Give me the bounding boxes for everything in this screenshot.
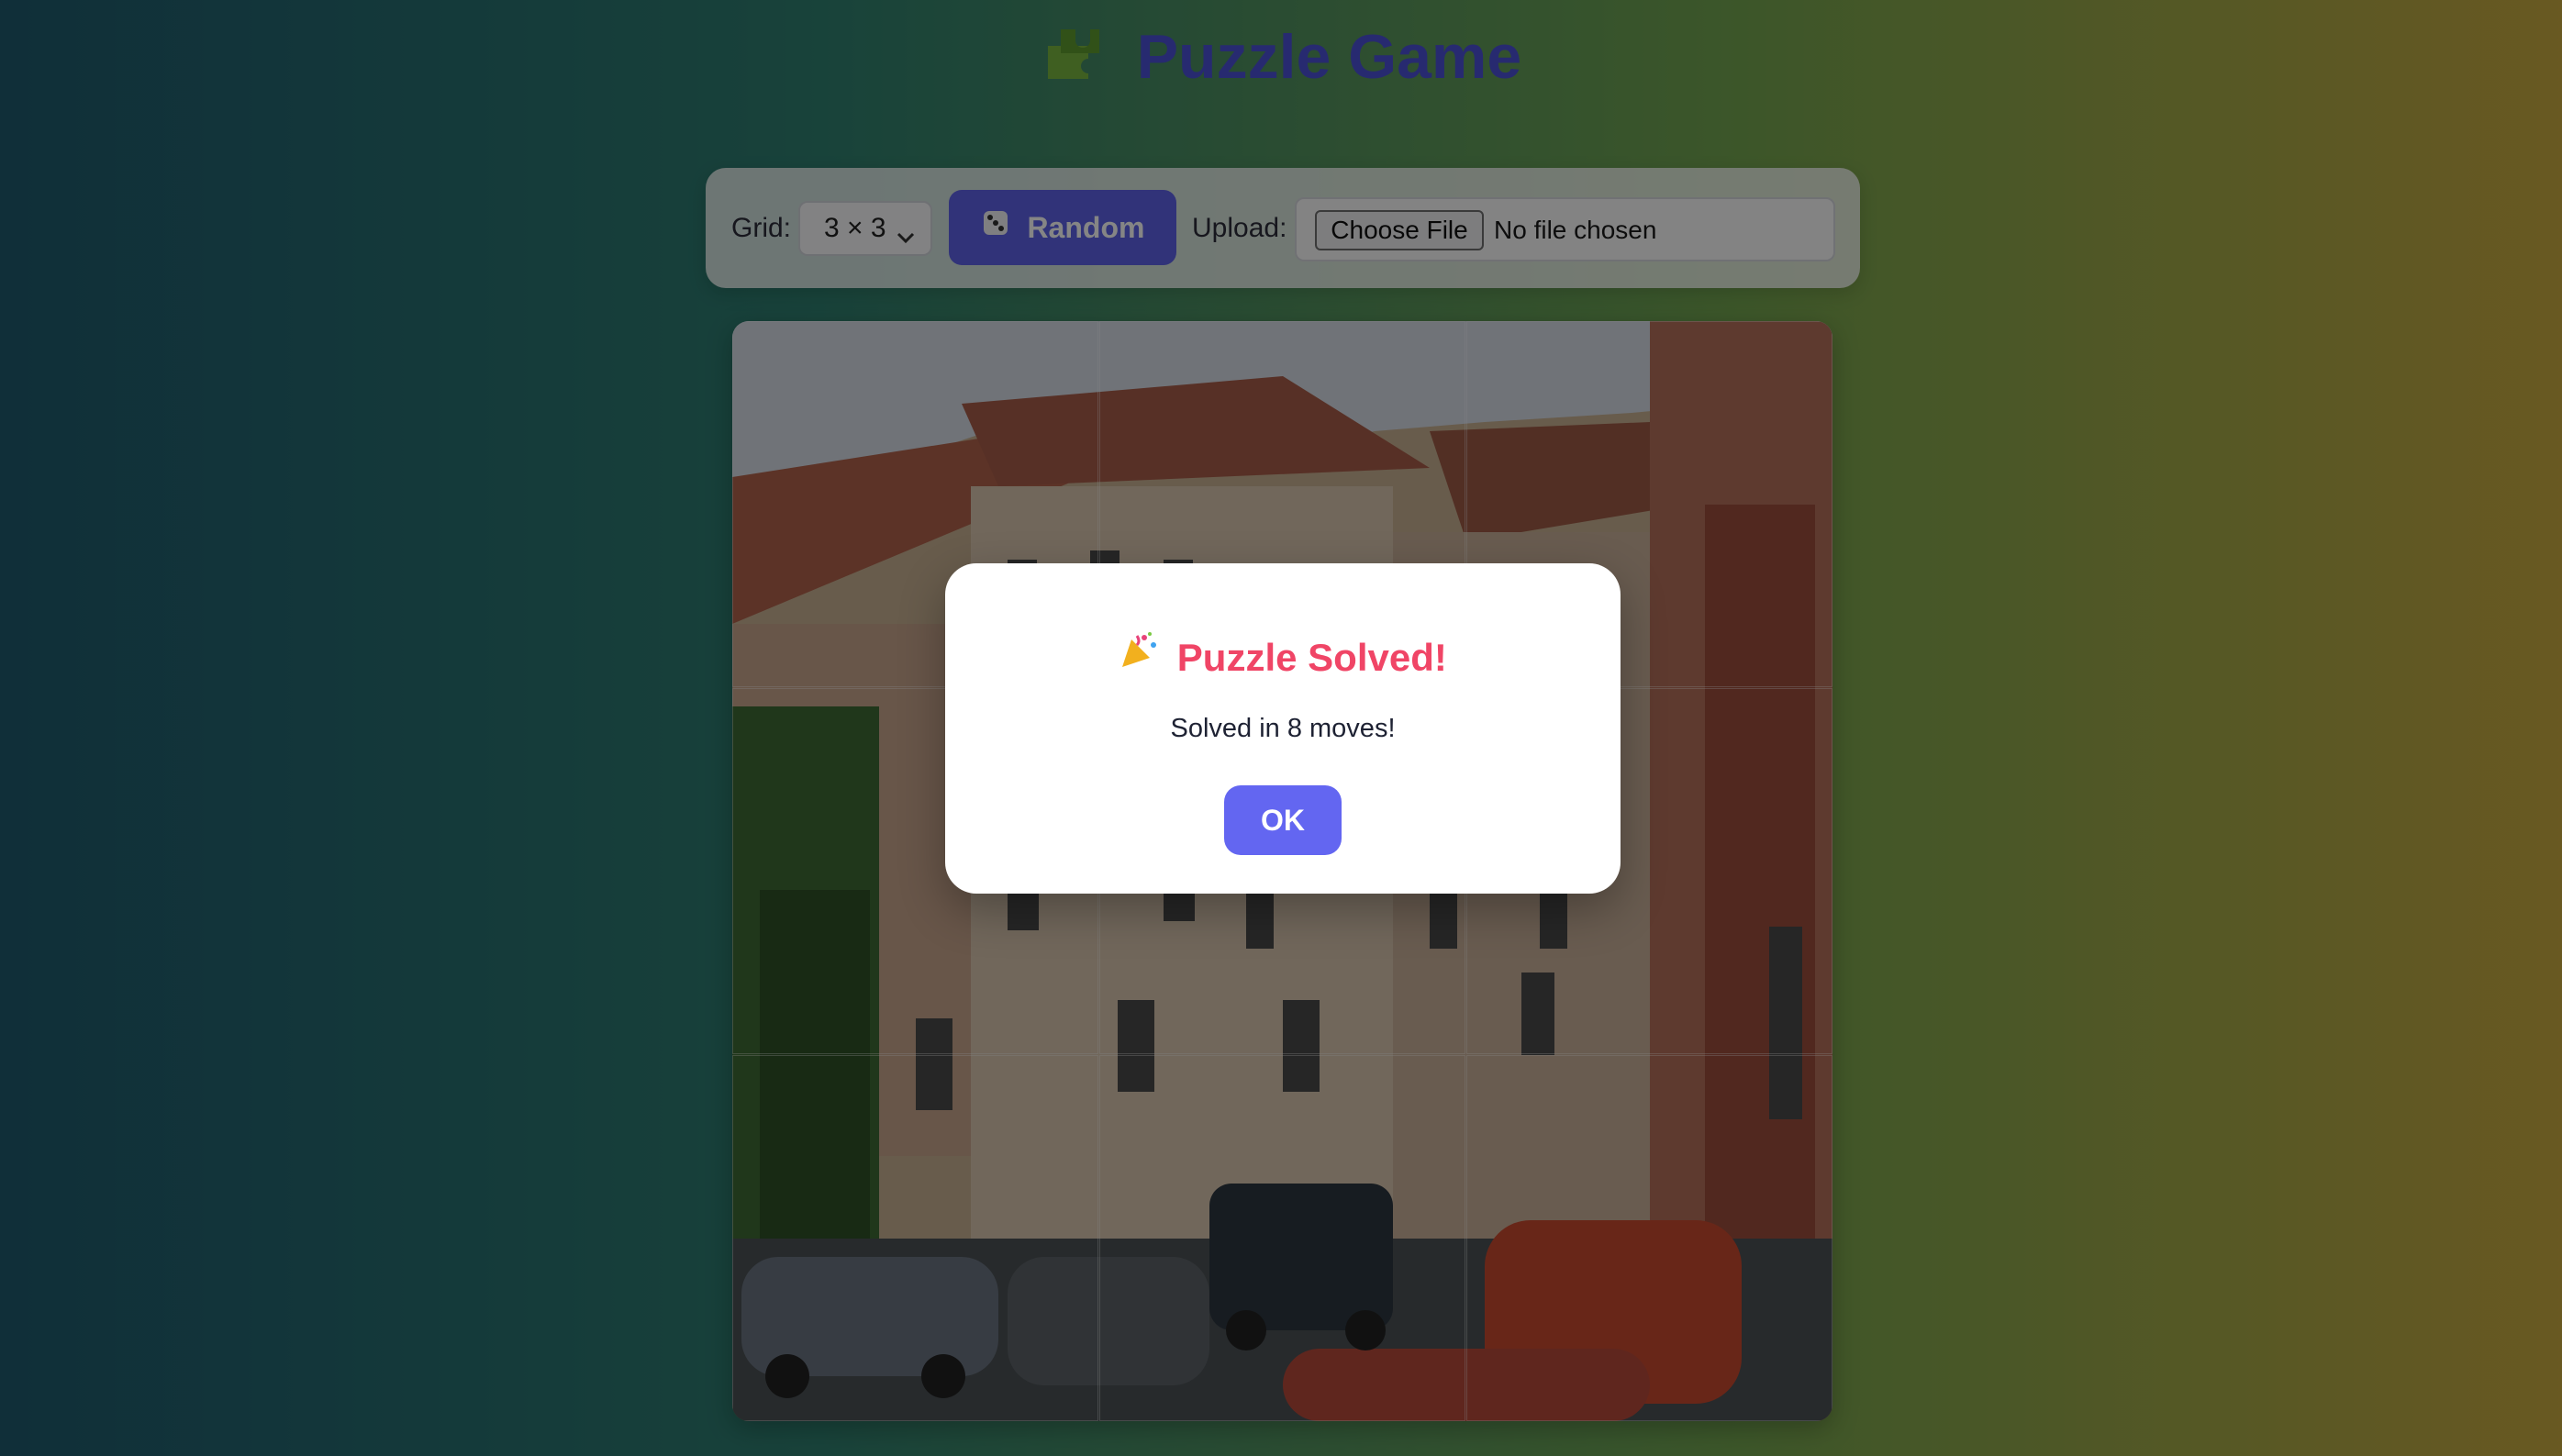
- success-dialog: Puzzle Solved! Solved in 8 moves! OK: [945, 563, 1621, 894]
- dialog-message: Solved in 8 moves!: [1170, 714, 1396, 743]
- dialog-title-text: Puzzle Solved!: [1176, 636, 1447, 679]
- party-icon: [1119, 630, 1159, 683]
- ok-button[interactable]: OK: [1224, 785, 1342, 855]
- dialog-title: Puzzle Solved!: [945, 630, 1621, 683]
